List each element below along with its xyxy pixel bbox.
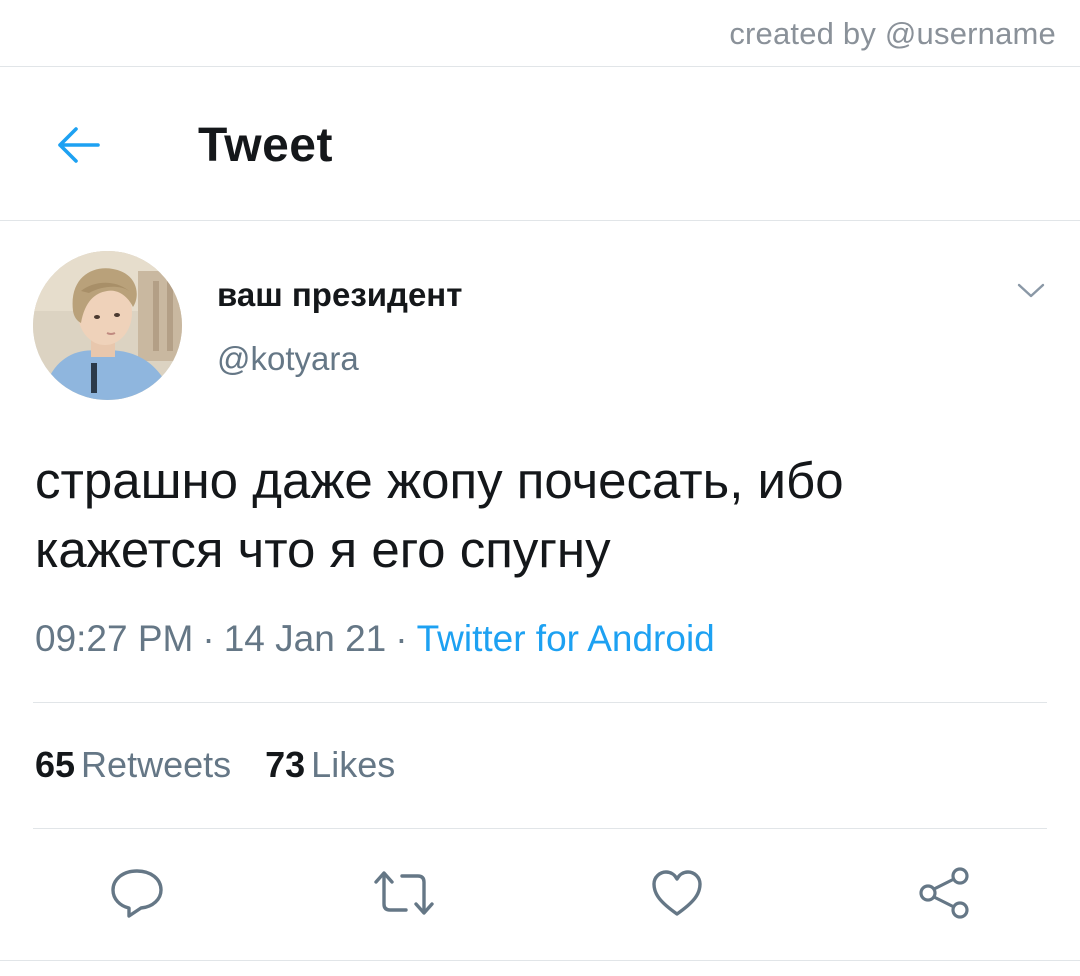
tweet-stats: 65 Retweets 73 Likes	[35, 744, 429, 786]
tweet-time: 09:27 PM	[35, 618, 194, 659]
tweet-meta: 09:27 PM · 14 Jan 21 · Twitter for Android	[35, 618, 715, 660]
tweet-text: страшно даже жопу почесать, ибо кажется …	[35, 452, 844, 578]
action-bar	[0, 858, 1080, 928]
retweet-button[interactable]	[369, 858, 439, 928]
tweet-source-link[interactable]: Twitter for Android	[417, 618, 715, 659]
retweets-count: 65	[35, 744, 76, 785]
avatar[interactable]	[33, 251, 182, 400]
like-button[interactable]	[642, 858, 712, 928]
meta-separator: ·	[202, 618, 215, 659]
retweets-stat[interactable]: 65 Retweets	[35, 744, 231, 786]
page-title: Tweet	[198, 119, 333, 172]
likes-count: 73	[265, 744, 306, 785]
credit-text: created by @username	[729, 16, 1056, 51]
tweet-date: 14 Jan 21	[223, 618, 387, 659]
retweet-icon	[374, 871, 434, 915]
likes-label: Likes	[311, 744, 396, 785]
share-button[interactable]	[909, 858, 979, 928]
chevron-down-icon	[1017, 283, 1045, 298]
like-icon	[652, 870, 702, 916]
reply-icon	[111, 869, 163, 918]
header-divider	[0, 220, 1080, 221]
bottom-divider	[0, 960, 1080, 961]
author-handle[interactable]: @kotyara	[217, 340, 359, 378]
likes-stat[interactable]: 73 Likes	[265, 744, 395, 786]
retweets-label: Retweets	[81, 744, 232, 785]
header-bar: Tweet	[0, 68, 1080, 220]
author-display-name[interactable]: ваш президент	[217, 276, 462, 314]
tweet-menu-button[interactable]	[1014, 276, 1048, 306]
avatar-image	[33, 251, 182, 400]
reply-button[interactable]	[102, 858, 172, 928]
meta-divider	[33, 702, 1047, 703]
stats-divider	[33, 828, 1047, 829]
back-button[interactable]	[50, 120, 106, 170]
share-icon	[919, 867, 969, 919]
meta-separator: ·	[395, 618, 408, 659]
top-divider	[0, 66, 1080, 67]
arrow-left-icon	[58, 127, 100, 163]
